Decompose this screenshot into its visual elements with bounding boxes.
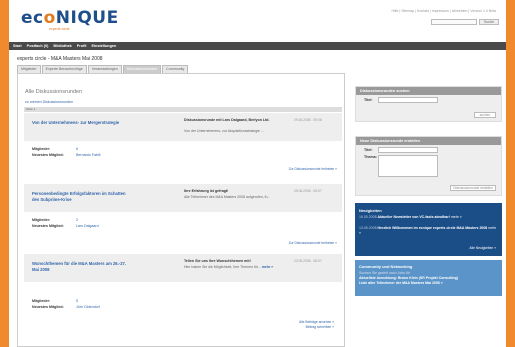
logo-text-left: ec [21,8,44,28]
discussion-card: Von der Unternehmens- zur Mergerstrategi… [24,113,342,183]
newest-row: Neuestes Mitglied: Jörn Oldendorf [32,305,100,309]
main-nav: Start Postfach (0) Bibliothek Profil Ein… [9,42,506,50]
post-date: 09.06.2008 - 09:06 [294,118,322,122]
search-discussions-box: Diskussionsrunden suchen Titel: suchen [355,86,502,122]
search-input[interactable] [431,19,477,25]
card-title[interactable]: Wunschthemen für die M&A Masters am 26.-… [32,261,127,273]
members-row: Mitglieder: 2 [32,218,78,222]
create-topic-label: Thema: [364,155,377,159]
pagination-bar: Seite 1 [24,107,342,112]
post-excerpt-text: Hier haben Sie die Möglichkeit, Ihre The… [184,265,261,269]
nav-profil[interactable]: Profil [77,44,87,48]
create-box-title: Neue Diskussionsrunde erstellen [356,137,501,145]
page-title: experts circle - M&A Masters Mai 2008 [17,56,103,62]
tab-community[interactable]: Community [162,65,189,73]
news-date: 16.05.2008 [359,215,377,219]
members-row: Mitglieder: 6 [32,147,78,151]
post-title[interactable]: Ihre Erfahrung ist gefragt! [184,189,289,194]
card-title[interactable]: Von der Unternehmens- zur Mergerstrategi… [32,120,127,126]
news-title: Neuigkeiten [359,208,382,213]
news-item[interactable]: 16.05.2008 Aktueller Newsletter von VC-f… [359,215,499,220]
news-more-link[interactable]: mehr » [451,215,462,219]
post-excerpt-text: Alle Teilnehmer des M&A Masters 2008 auf… [184,195,271,199]
bottom-links: Alle Beiträge ansehen » Beitrag schreibe… [299,320,334,330]
news-box: Neuigkeiten 16.05.2008 Aktueller Newslet… [355,203,502,256]
newest-row: Neuestes Mitglied: Lars Dalgaard [32,224,99,228]
search-submit-button[interactable]: suchen [474,112,496,118]
post-date: 23.05.2008 - 08:07 [294,259,322,263]
members-value: 2 [76,218,78,222]
search-title-label: Titel: [364,98,373,102]
top-links[interactable]: Hilfe | Sitemap | Kontakt | Impressum | … [391,9,496,13]
members-label: Mitglieder: [32,147,51,151]
nav-postfach[interactable]: Postfach (0) [27,44,49,48]
create-discussion-box: Neue Diskussionsrunde erstellen Titel: T… [355,136,502,196]
community-title: Community und Networking [359,264,413,269]
main-panel: Alle Diskussionsrunden zu meinen Diskuss… [17,73,345,347]
more-link[interactable]: mehr » [262,265,273,269]
tab-diskussionsrunden[interactable]: Diskussionsrunden [122,65,162,73]
nav-start[interactable]: Start [13,44,22,48]
newest-label: Neuestes Mitglied: [32,305,64,309]
discussion-card: Wunschthemen für die M&A Masters am 26.-… [24,254,342,314]
search-box-title: Diskussionsrunden suchen [356,87,501,95]
tab-experte[interactable]: Experte Benachrichtige [41,65,87,73]
join-link[interactable]: Zur Diskussionsrunde beitreten » [289,241,337,245]
news-text: Aktueller Newsletter von VC-facts abrufb… [377,215,450,219]
search-title-input[interactable] [378,97,438,103]
members-row: Mitglieder: 5 [32,299,78,303]
newest-label: Neuestes Mitglied: [32,153,64,157]
members-label: Mitglieder: [32,299,51,303]
join-link[interactable]: Zur Diskussionsrunde beitreten » [289,167,337,171]
post-excerpt: Alle Teilnehmer des M&A Masters 2008 auf… [184,195,270,200]
post-title[interactable]: Tellen Sie uns Ihre Wunschthemen mit! [184,259,289,264]
newest-member-link[interactable]: Bernardo Fabill [76,153,100,157]
post-date: 05.06.2008 - 06:07 [294,189,322,193]
create-topic-textarea[interactable] [378,155,438,177]
logo-text-right: NIQUE [55,8,119,28]
all-news-link[interactable]: Alle Neuigkeiten » [469,246,496,250]
news-text: Herzlich Willkommen im ecnique experts c… [377,226,488,230]
post-excerpt: Hier haben Sie die Möglichkeit, Ihre The… [184,265,273,270]
card-title[interactable]: Personenbedingte Erfolgsfaktoren im Scha… [32,191,127,203]
tab-mitglieder[interactable]: Mitglieder [17,65,41,73]
community-participants-link[interactable]: Liste aller Teilnehmer der M&A Masters M… [359,281,501,286]
members-label: Mitglieder: [32,218,51,222]
tab-veranstaltungen[interactable]: Veranstaltungen [87,65,122,73]
members-value: 6 [76,147,78,151]
create-title-label: Titel: [364,148,373,152]
main-title: Alle Diskussionsrunden [25,89,83,95]
my-discussions-link[interactable]: zu meinen Diskussionsrunden [25,100,73,104]
page: ecoNIQUE experts circle Hilfe | Sitemap … [9,0,506,347]
community-box: Community und Networking Suchen Sie gezi… [355,260,502,296]
post-title[interactable]: Diskussionsrunde mit Lars Dalgaard, Berl… [184,118,289,123]
newest-member-link[interactable]: Jörn Oldendorf [76,305,100,309]
newest-label: Neuestes Mitglied: [32,224,64,228]
nav-einstellungen[interactable]: Einstellungen [91,44,116,48]
write-post-link[interactable]: Beitrag schreiben » [299,325,334,330]
post-excerpt: Von der Unternehmens- zur Akquisitionsst… [184,129,264,134]
create-title-input[interactable] [378,147,438,153]
discussion-card: Personenbedingte Erfolgsfaktoren im Scha… [24,184,342,254]
nav-bibliothek[interactable]: Bibliothek [53,44,71,48]
tab-bar: Mitglieder Experte Benachrichtige Verans… [17,65,189,73]
logo[interactable]: ecoNIQUE [21,8,119,28]
logo-text-o: o [43,8,56,28]
news-date: 13.05.2008 [359,226,377,230]
logo-subtitle: experts circle [49,27,70,31]
post-excerpt-text: Von der Unternehmens- zur Akquisitionsst… [184,129,264,133]
create-submit-button[interactable]: Diskussionsrunde erstellen [450,185,496,191]
newest-row: Neuestes Mitglied: Bernardo Fabill [32,153,100,157]
newest-member-link[interactable]: Lars Dalgaard [76,224,99,228]
search-button[interactable]: Suche [479,19,499,25]
news-item[interactable]: 13.05.2008 Herzlich Willkommen im ecniqu… [359,226,499,236]
members-value: 5 [76,299,78,303]
